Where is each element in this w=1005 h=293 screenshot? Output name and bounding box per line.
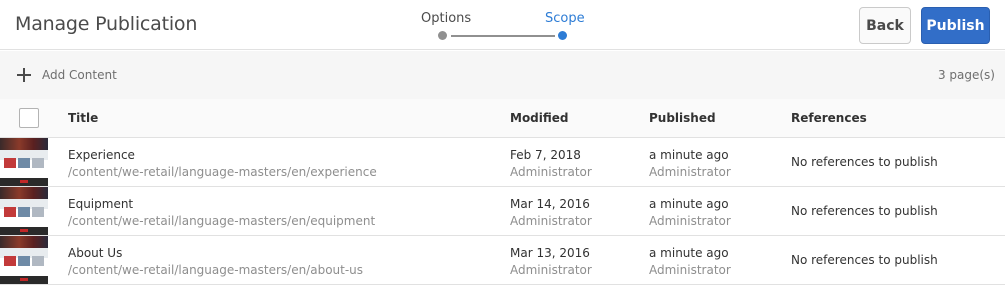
row-title-cell: Equipment /content/we-retail/language-ma…: [68, 196, 375, 230]
page-count: 3 page(s): [937, 68, 995, 82]
row-modified-date: Feb 7, 2018: [510, 148, 581, 162]
plus-icon: [16, 67, 32, 83]
page-thumbnail[interactable]: [0, 187, 48, 235]
row-modified-date: Mar 14, 2016: [510, 197, 590, 211]
row-published-cell: a minute ago Administrator: [649, 196, 731, 230]
row-modified-by: Administrator: [510, 214, 592, 228]
row-modified-date: Mar 13, 2016: [510, 246, 590, 260]
row-published-by: Administrator: [649, 263, 731, 277]
row-path: /content/we-retail/language-masters/en/a…: [68, 263, 364, 277]
column-header-references[interactable]: References: [791, 111, 867, 125]
row-published-cell: a minute ago Administrator: [649, 245, 731, 279]
row-title: About Us: [68, 246, 123, 260]
table-row[interactable]: About Us /content/we-retail/language-mas…: [0, 236, 1005, 285]
row-references: No references to publish: [791, 204, 938, 218]
row-published-by: Administrator: [649, 165, 731, 179]
header-bar: Manage Publication Options Scope Back Pu…: [0, 0, 1005, 50]
page-thumbnail[interactable]: [0, 236, 48, 284]
add-content-label: Add Content: [42, 68, 117, 82]
column-header-modified[interactable]: Modified: [510, 111, 569, 125]
publication-table: Title Modified Published References Expe…: [0, 99, 1005, 285]
row-modified-by: Administrator: [510, 263, 592, 277]
row-modified-cell: Feb 7, 2018 Administrator: [510, 147, 592, 181]
step-scope-dot-icon: [558, 31, 567, 40]
back-button[interactable]: Back: [859, 7, 911, 44]
table-row[interactable]: Experience /content/we-retail/language-m…: [0, 138, 1005, 187]
column-header-published[interactable]: Published: [649, 111, 716, 125]
row-title: Equipment: [68, 197, 134, 211]
column-header-title[interactable]: Title: [68, 111, 98, 125]
add-content-button[interactable]: Add Content: [16, 67, 117, 83]
page-title: Manage Publication: [15, 13, 198, 35]
table-header: Title Modified Published References: [0, 99, 1005, 138]
row-published-date: a minute ago: [649, 197, 729, 211]
row-path: /content/we-retail/language-masters/en/e…: [68, 165, 377, 179]
row-references: No references to publish: [791, 253, 938, 267]
step-options-dot-icon: [438, 31, 447, 40]
row-references: No references to publish: [791, 155, 938, 169]
row-modified-by: Administrator: [510, 165, 592, 179]
row-path: /content/we-retail/language-masters/en/e…: [68, 214, 376, 228]
row-modified-cell: Mar 14, 2016 Administrator: [510, 196, 592, 230]
publish-button[interactable]: Publish: [921, 7, 990, 44]
row-published-by: Administrator: [649, 214, 731, 228]
table-row[interactable]: Equipment /content/we-retail/language-ma…: [0, 187, 1005, 236]
row-title-cell: About Us /content/we-retail/language-mas…: [68, 245, 363, 279]
row-published-date: a minute ago: [649, 246, 729, 260]
row-title-cell: Experience /content/we-retail/language-m…: [68, 147, 377, 181]
select-all-checkbox[interactable]: [19, 108, 39, 128]
row-published-date: a minute ago: [649, 148, 729, 162]
page-thumbnail[interactable]: [0, 138, 48, 186]
wizard-step-options[interactable]: Options: [421, 11, 471, 26]
step-connector-line: [451, 35, 555, 37]
action-toolbar: Add Content 3 page(s): [0, 51, 1005, 99]
row-title: Experience: [68, 148, 135, 162]
row-modified-cell: Mar 13, 2016 Administrator: [510, 245, 592, 279]
row-published-cell: a minute ago Administrator: [649, 147, 731, 181]
wizard-step-scope[interactable]: Scope: [545, 11, 585, 26]
